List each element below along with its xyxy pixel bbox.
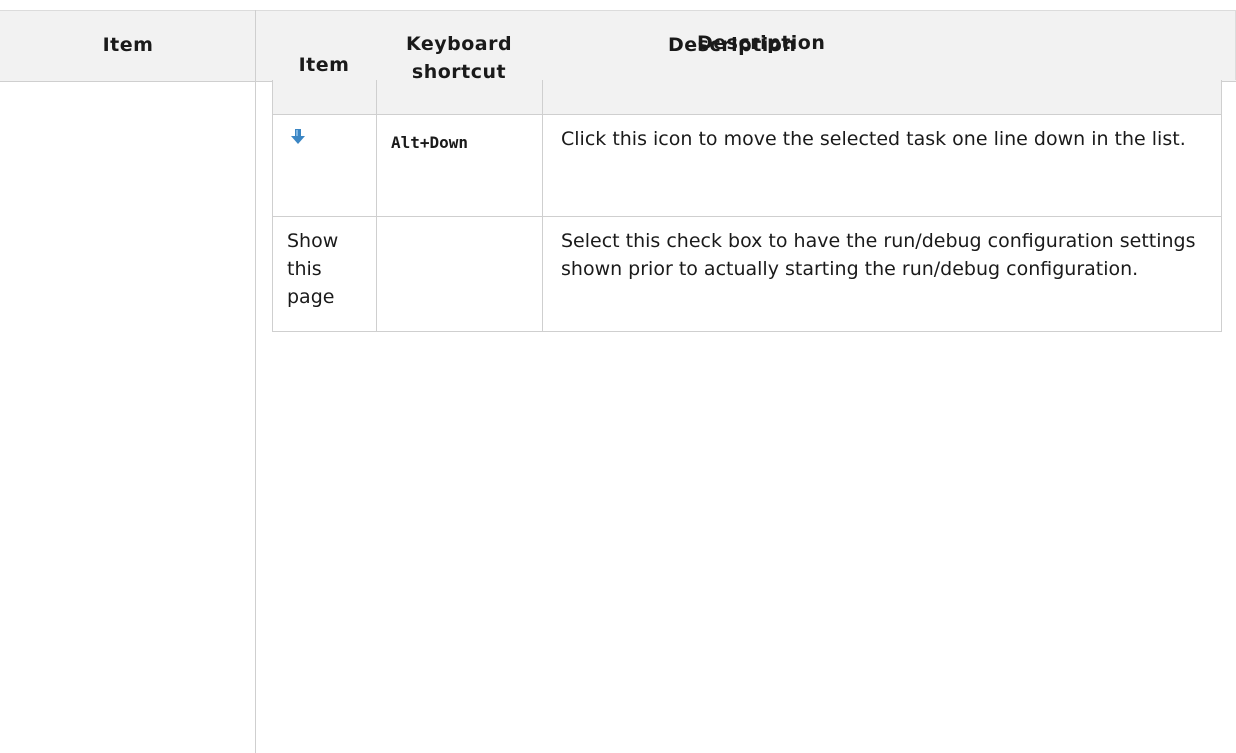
inner-header-shortcut: Keyboard shortcut (405, 33, 513, 83)
inner-header-item: Item (298, 54, 350, 76)
row-description-cell: Click this icon to move the selected tas… (561, 128, 1186, 150)
row-item-cell (273, 115, 377, 216)
inner-table: Alt+Down Click this icon to move the sel… (272, 80, 1222, 332)
arrow-down-icon[interactable] (291, 125, 305, 153)
row-item-cell: Show this page (273, 217, 377, 331)
outer-column-divider (255, 10, 256, 753)
inner-header-description: Description (697, 32, 826, 54)
row-description-cell: Select this check box to have the run/de… (561, 230, 1196, 280)
table-row: Show this page Select this check box to … (273, 217, 1221, 332)
table-row: Alt+Down Click this icon to move the sel… (273, 115, 1221, 217)
outer-header-item: Item (102, 34, 154, 56)
row-shortcut-cell: Alt+Down (377, 115, 543, 216)
shortcut-text: Alt+Down (391, 133, 469, 152)
inner-header-tail (273, 80, 1221, 115)
row-shortcut-cell (377, 217, 543, 331)
